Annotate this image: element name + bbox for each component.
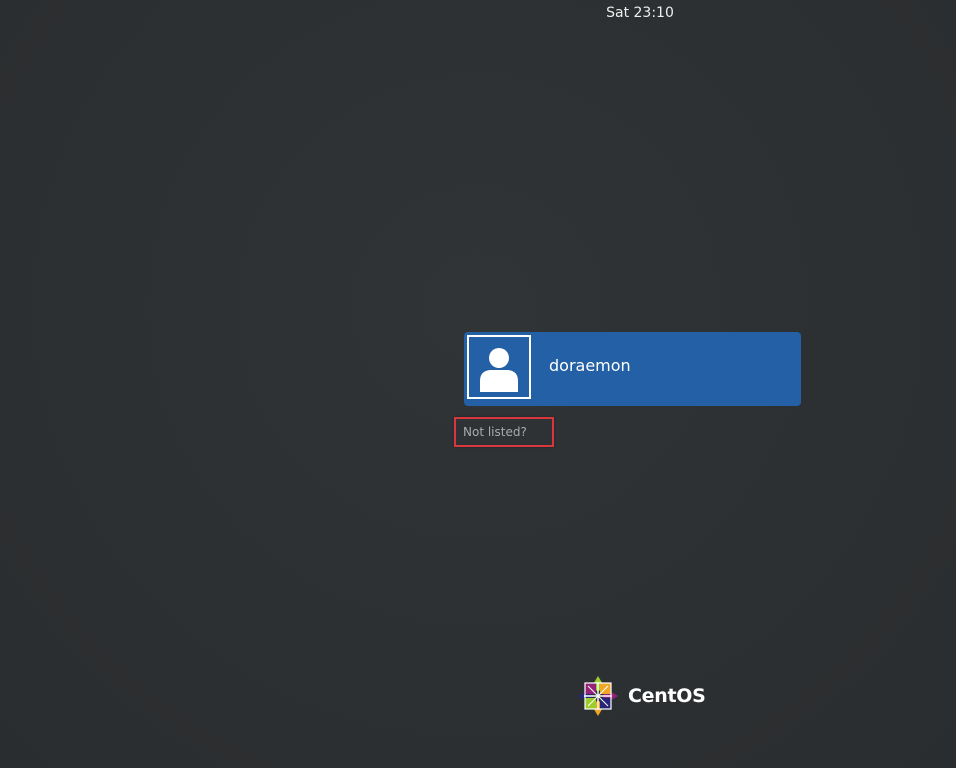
top-bar-clock[interactable]: Sat 23:10 bbox=[590, 4, 690, 22]
not-listed-button[interactable]: Not listed? bbox=[454, 417, 554, 447]
user-avatar-icon bbox=[467, 335, 531, 399]
user-name-label: doraemon bbox=[549, 356, 631, 375]
centos-logo-text: CentOS bbox=[628, 685, 706, 707]
branding-logo: CentOS bbox=[576, 674, 706, 720]
login-screen: Sat 23:10 doraemon Not listed? CentOS bbox=[0, 0, 956, 768]
centos-logo-icon bbox=[576, 674, 620, 718]
user-item-doraemon[interactable]: doraemon bbox=[464, 332, 801, 406]
